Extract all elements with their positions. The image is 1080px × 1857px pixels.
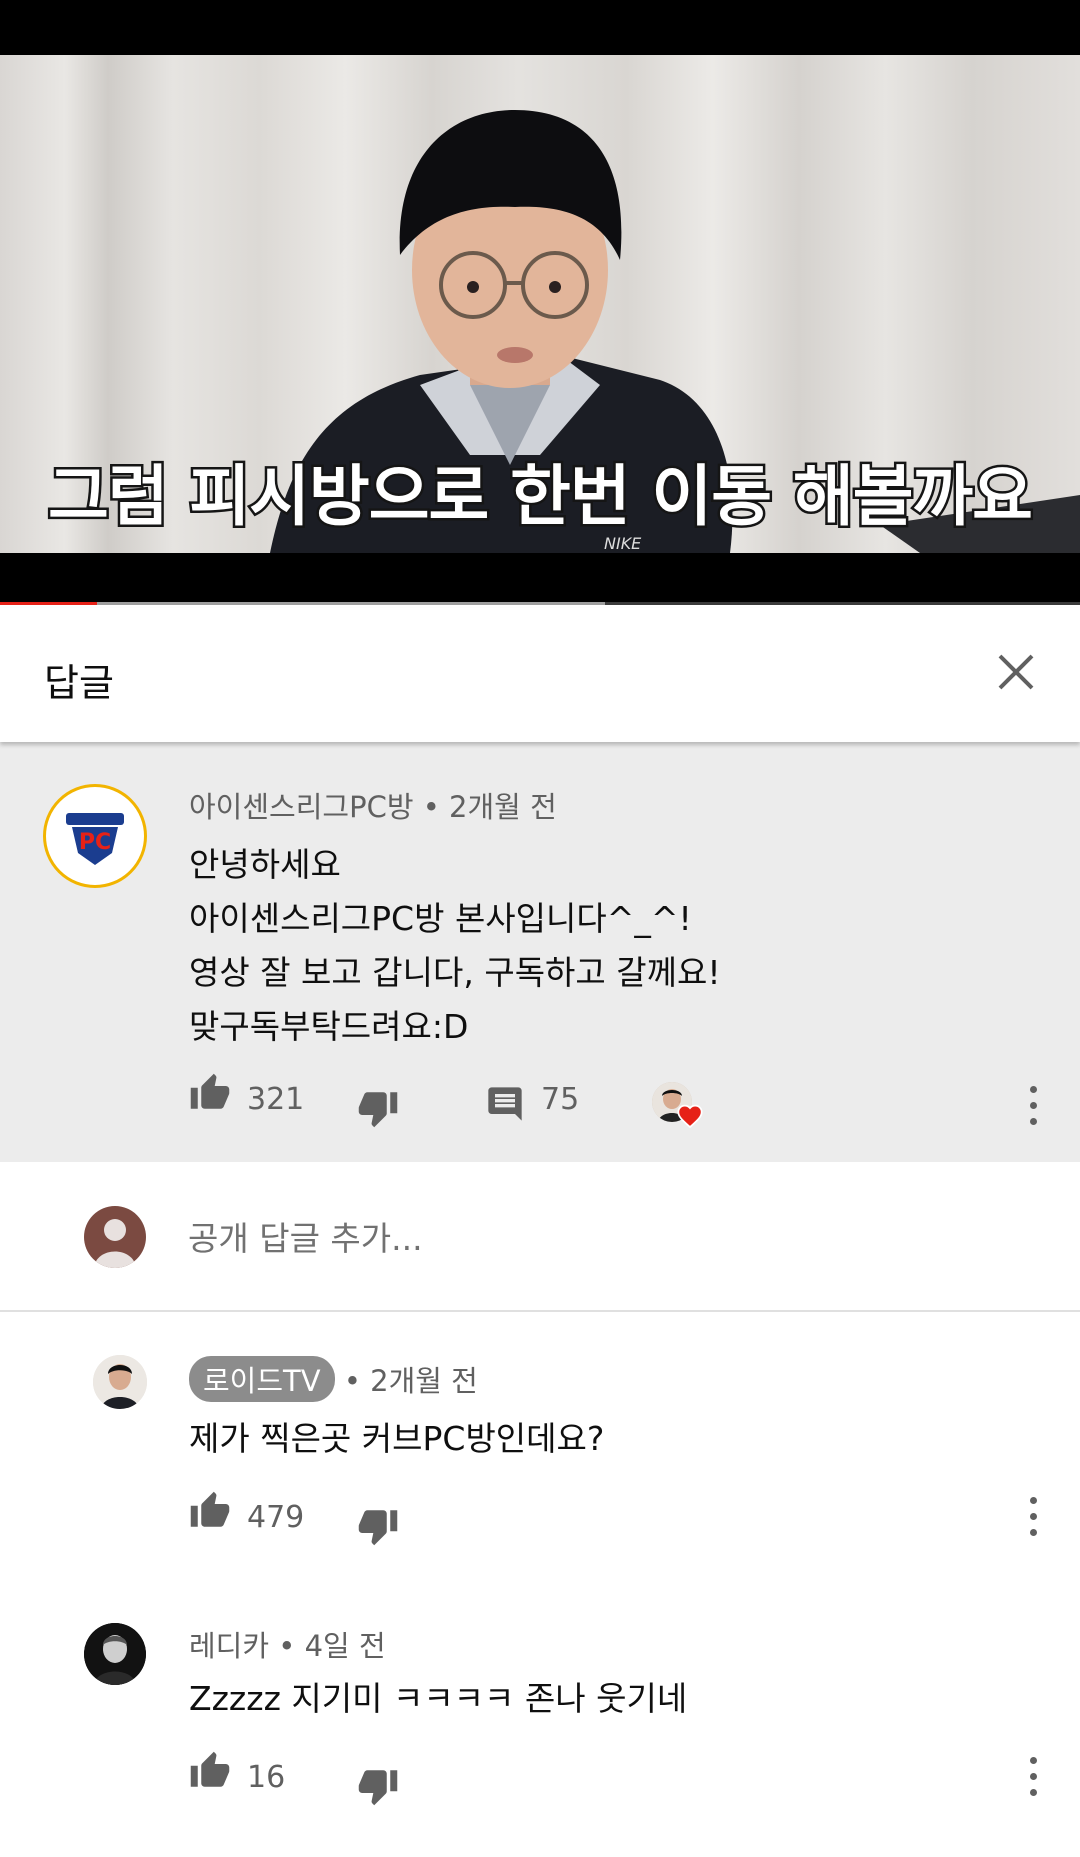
reply-text: Zzzzz 지기미 ㅋㅋㅋㅋ 존나 웃기네	[189, 1679, 688, 1718]
like-count: 321	[247, 1082, 305, 1117]
video-player[interactable]: NIKE 그럼 피시방으로 한번 이동 해볼까요	[0, 0, 1080, 605]
like-button[interactable]	[189, 1490, 233, 1534]
like-button[interactable]	[189, 1750, 233, 1794]
like-count: 479	[247, 1500, 305, 1535]
panel-title: 답글	[44, 661, 114, 705]
thumbs-down-icon	[358, 1510, 398, 1546]
loyd-avatar-icon	[93, 1355, 147, 1409]
dislike-button[interactable]	[357, 1765, 401, 1809]
avatar[interactable]	[93, 1355, 147, 1409]
comment-meta: 아이센스리그PC방 • 2개월 전	[189, 790, 557, 824]
more-options-button[interactable]	[1018, 1753, 1048, 1803]
thumbs-down-icon	[358, 1770, 398, 1806]
redika-avatar-icon	[84, 1623, 146, 1685]
close-icon	[998, 654, 1034, 690]
comment-text-line: 영상 잘 보고 갑니다, 구독하고 갈께요!	[189, 953, 721, 992]
current-user-avatar	[84, 1206, 146, 1268]
reply-count: 75	[541, 1082, 580, 1117]
reply-meta: 레디카 • 4일 전	[189, 1629, 386, 1663]
dislike-button[interactable]	[357, 1087, 401, 1131]
reply-time: 2개월 전	[370, 1364, 478, 1398]
comment-text-line: 아이센스리그PC방 본사입니다^_^!	[189, 899, 692, 938]
comment-time: 2개월 전	[449, 790, 557, 824]
add-reply-row: 공개 답글 추가...	[0, 1162, 1080, 1312]
replies-header: 답글	[0, 608, 1080, 742]
reply-time: 4일 전	[304, 1629, 386, 1663]
parent-comment: PC 아이센스리그PC방 • 2개월 전 안녕하세요 아이센스리그PC방 본사입…	[0, 742, 1080, 1162]
reply-author[interactable]: 레디카	[189, 1629, 269, 1663]
video-subtitle: 그럼 피시방으로 한번 이동 해볼까요	[46, 456, 1036, 538]
like-count: 16	[247, 1760, 286, 1795]
comment-icon	[488, 1087, 522, 1121]
dislike-button[interactable]	[357, 1505, 401, 1549]
comment-text-line: 안녕하세요	[189, 845, 341, 884]
thumbs-up-icon	[190, 1491, 230, 1527]
reply-input[interactable]: 공개 답글 추가...	[188, 1212, 423, 1260]
heart-icon	[677, 1104, 703, 1128]
more-options-button[interactable]	[1018, 1493, 1048, 1543]
thumbs-up-icon	[190, 1073, 230, 1109]
reply-meta: 로이드TV • 2개월 전	[189, 1356, 478, 1402]
thumbs-down-icon	[358, 1092, 398, 1128]
reply-text: 제가 찍은곳 커브PC방인데요?	[189, 1419, 605, 1458]
avatar-logo-text: PC	[79, 830, 111, 855]
comment-text-line: 맞구독부탁드려요:D	[189, 1007, 469, 1046]
avatar[interactable]	[84, 1623, 146, 1685]
thumbs-up-icon	[190, 1751, 230, 1787]
reply-count-button[interactable]	[485, 1084, 529, 1128]
close-button[interactable]	[990, 646, 1042, 698]
like-button[interactable]	[189, 1072, 233, 1116]
pc-bang-logo-icon: PC	[51, 792, 139, 880]
video-frame[interactable]: NIKE 그럼 피시방으로 한번 이동 해볼까요	[0, 55, 1080, 553]
progress-played	[0, 602, 98, 605]
comment-author[interactable]: 아이센스리그PC방	[189, 790, 414, 824]
user-avatar-icon	[94, 1219, 136, 1268]
progress-bar[interactable]	[0, 602, 1080, 605]
more-options-button[interactable]	[1018, 1082, 1048, 1132]
reply-author[interactable]: 로이드TV	[189, 1356, 335, 1402]
avatar[interactable]: PC	[43, 784, 147, 888]
